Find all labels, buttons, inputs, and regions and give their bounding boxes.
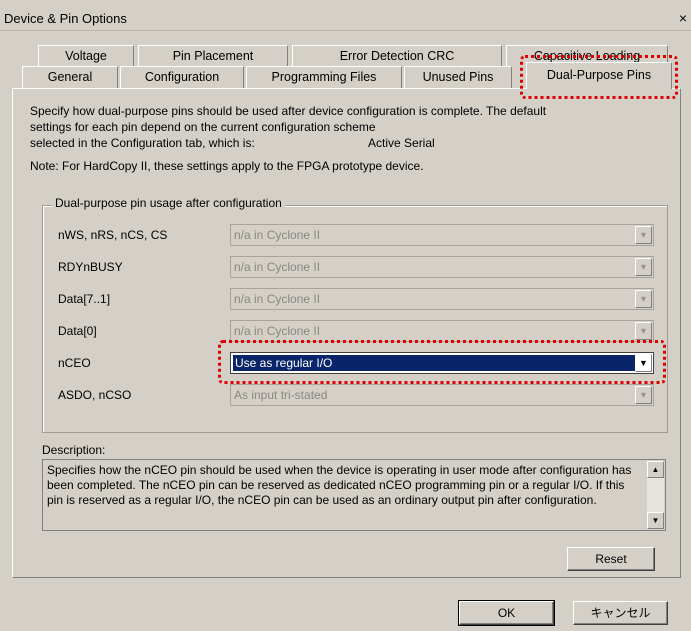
- tab-configuration[interactable]: Configuration: [120, 66, 244, 88]
- select-rdynbusy[interactable]: n/a in Cyclone II ▼: [230, 256, 654, 278]
- arrow-down-icon[interactable]: ▼: [647, 512, 664, 529]
- arrow-up-icon[interactable]: ▲: [647, 461, 664, 478]
- label-rdynbusy: RDYnBUSY: [58, 260, 123, 274]
- description-label: Description:: [42, 443, 106, 457]
- description-box[interactable]: Specifies how the nCEO pin should be use…: [42, 459, 666, 531]
- label-data-0: Data[0]: [58, 324, 97, 338]
- intro-line-2: settings for each pin depend on the curr…: [30, 120, 376, 134]
- ok-button[interactable]: OK: [458, 600, 555, 626]
- chevron-down-icon[interactable]: ▼: [635, 258, 652, 276]
- intro-line-3: selected in the Configuration tab, which…: [30, 136, 255, 150]
- chevron-down-icon[interactable]: ▼: [635, 386, 652, 404]
- select-data-7-1[interactable]: n/a in Cyclone II ▼: [230, 288, 654, 310]
- close-icon[interactable]: ×: [679, 10, 687, 26]
- select-asdo-ncso[interactable]: As input tri-stated ▼: [230, 384, 654, 406]
- config-scheme-value: Active Serial: [368, 136, 435, 150]
- nceo-highlight-marker: [218, 340, 666, 384]
- hardcopy-note: Note: For HardCopy II, these settings ap…: [30, 159, 424, 173]
- select-value: n/a in Cyclone II: [234, 228, 321, 242]
- group-legend: Dual-purpose pin usage after configurati…: [52, 196, 285, 210]
- select-value: n/a in Cyclone II: [234, 260, 321, 274]
- tab-programming-files[interactable]: Programming Files: [246, 66, 402, 88]
- label-asdo-ncso: ASDO, nCSO: [58, 388, 132, 402]
- chevron-down-icon[interactable]: ▼: [635, 290, 652, 308]
- description-scrollbar[interactable]: ▲ ▼: [647, 461, 664, 529]
- tab-error-detection-crc[interactable]: Error Detection CRC: [292, 45, 502, 67]
- description-text: Specifies how the nCEO pin should be use…: [47, 463, 632, 507]
- tab-voltage[interactable]: Voltage: [38, 45, 134, 67]
- chevron-down-icon[interactable]: ▼: [635, 226, 652, 244]
- tab-highlight-marker: [520, 55, 678, 99]
- label-nws-nrs-ncs-cs: nWS, nRS, nCS, CS: [58, 228, 168, 242]
- label-data-7-1: Data[7..1]: [58, 292, 111, 306]
- title-bar: Device & Pin Options ×: [0, 8, 691, 31]
- tab-unused-pins[interactable]: Unused Pins: [404, 66, 512, 88]
- window-title: Device & Pin Options: [4, 11, 127, 26]
- cancel-button[interactable]: キャンセル: [573, 601, 668, 625]
- tab-pin-placement[interactable]: Pin Placement: [138, 45, 288, 67]
- select-value: n/a in Cyclone II: [234, 292, 321, 306]
- select-nws-nrs-ncs-cs[interactable]: n/a in Cyclone II ▼: [230, 224, 654, 246]
- chevron-down-icon[interactable]: ▼: [635, 322, 652, 340]
- select-value: As input tri-stated: [234, 388, 328, 402]
- tab-general[interactable]: General: [22, 66, 118, 88]
- device-pin-options-dialog: Device & Pin Options × Voltage Pin Place…: [0, 0, 691, 631]
- intro-line-1: Specify how dual-purpose pins should be …: [30, 104, 547, 118]
- label-nceo: nCEO: [58, 356, 91, 370]
- select-value: n/a in Cyclone II: [234, 324, 321, 338]
- select-data-0[interactable]: n/a in Cyclone II ▼: [230, 320, 654, 342]
- reset-button[interactable]: Reset: [567, 547, 655, 571]
